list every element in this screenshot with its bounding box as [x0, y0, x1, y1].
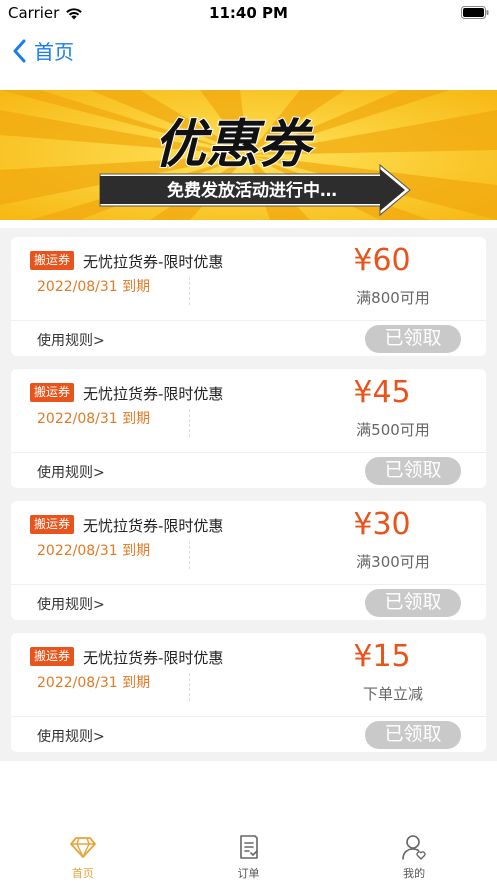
coupon-divider — [189, 277, 190, 305]
banner-title: 优惠券 — [154, 115, 315, 175]
coupon-separator — [11, 320, 486, 321]
status-time: 11:40 PM — [209, 4, 288, 22]
coupon-expiry: 2022/08/31 到期 — [37, 411, 151, 427]
coupon-banner: 优惠券 免费发放活动进行中… — [0, 90, 497, 220]
banner-graphic: 优惠券 免费发放活动进行中… — [0, 90, 497, 220]
tab-label: 我的 — [403, 867, 426, 880]
coupon-separator — [11, 584, 486, 585]
order-icon — [239, 835, 258, 859]
banner-subtitle: 免费发放活动进行中… — [167, 180, 337, 201]
coupon-expiry: 2022/08/31 到期 — [37, 279, 151, 295]
tab-label: 首页 — [71, 867, 94, 880]
tab-orders[interactable]: 订单 — [166, 826, 332, 883]
coupon-amount: ¥30 — [353, 507, 411, 542]
coupon-card: 搬运券 无忧拉货券-限时优惠 2022/08/31 到期 ¥60 满800可用 … — [11, 237, 486, 356]
coupon-amount: ¥15 — [353, 639, 411, 674]
tab-home[interactable]: 首页 — [0, 826, 166, 883]
coupon-condition: 下单立减 — [362, 685, 423, 703]
coupon-condition: 满500可用 — [356, 421, 430, 439]
coupon-condition: 满300可用 — [356, 553, 430, 571]
usage-rules-link[interactable]: 使用规则> — [37, 330, 105, 350]
diamond-icon — [69, 837, 96, 858]
coupon-amount: ¥45 — [353, 375, 411, 410]
chevron-left-icon — [13, 39, 26, 62]
coupon-card: 搬运券 无忧拉货券-限时优惠 2022/08/31 到期 ¥45 满500可用 … — [11, 369, 486, 488]
status-bar: Carrier 11:40 PM — [0, 0, 497, 26]
coupon-title: 无忧拉货券-限时优惠 — [83, 649, 224, 667]
coupon-expiry: 2022/08/31 到期 — [37, 675, 151, 691]
coupon-divider — [189, 673, 190, 701]
usage-rules-link[interactable]: 使用规则> — [37, 462, 105, 482]
profile-icon — [402, 835, 426, 860]
claimed-button[interactable]: 已领取 — [365, 721, 461, 749]
battery-icon — [461, 6, 489, 19]
claimed-button[interactable]: 已领取 — [365, 325, 461, 353]
coupon-separator — [11, 716, 486, 717]
coupon-separator — [11, 452, 486, 453]
tab-label: 订单 — [237, 867, 260, 880]
tab-profile[interactable]: 我的 — [331, 826, 497, 883]
nav-bar: 首页 — [0, 26, 497, 78]
tab-bar: 首页 订单 我的 — [0, 826, 497, 883]
coupon-title: 无忧拉货券-限时优惠 — [83, 253, 224, 271]
back-button[interactable]: 首页 — [12, 36, 74, 65]
coupon-tag: 搬运券 — [30, 383, 75, 402]
coupon-tag: 搬运券 — [30, 251, 75, 270]
claimed-button[interactable]: 已领取 — [365, 589, 461, 617]
coupon-card: 搬运券 无忧拉货券-限时优惠 2022/08/31 到期 ¥30 满300可用 … — [11, 501, 486, 620]
coupon-card: 搬运券 无忧拉货券-限时优惠 2022/08/31 到期 ¥15 下单立减 使用… — [11, 633, 486, 752]
coupon-divider — [189, 541, 190, 569]
coupon-title: 无忧拉货券-限时优惠 — [83, 517, 224, 535]
coupon-expiry: 2022/08/31 到期 — [37, 543, 151, 559]
claimed-button[interactable]: 已领取 — [365, 457, 461, 485]
coupon-amount: ¥60 — [353, 243, 411, 278]
coupon-list: 搬运券 无忧拉货券-限时优惠 2022/08/31 到期 ¥60 满800可用 … — [11, 237, 486, 765]
coupon-divider — [189, 409, 190, 437]
coupon-tag: 搬运券 — [30, 515, 75, 534]
coupon-title: 无忧拉货券-限时优惠 — [83, 385, 224, 403]
usage-rules-link[interactable]: 使用规则> — [37, 594, 105, 614]
usage-rules-link[interactable]: 使用规则> — [37, 726, 105, 746]
coupon-tag: 搬运券 — [30, 647, 75, 666]
back-label: 首页 — [34, 40, 74, 64]
coupon-condition: 满800可用 — [356, 289, 430, 307]
